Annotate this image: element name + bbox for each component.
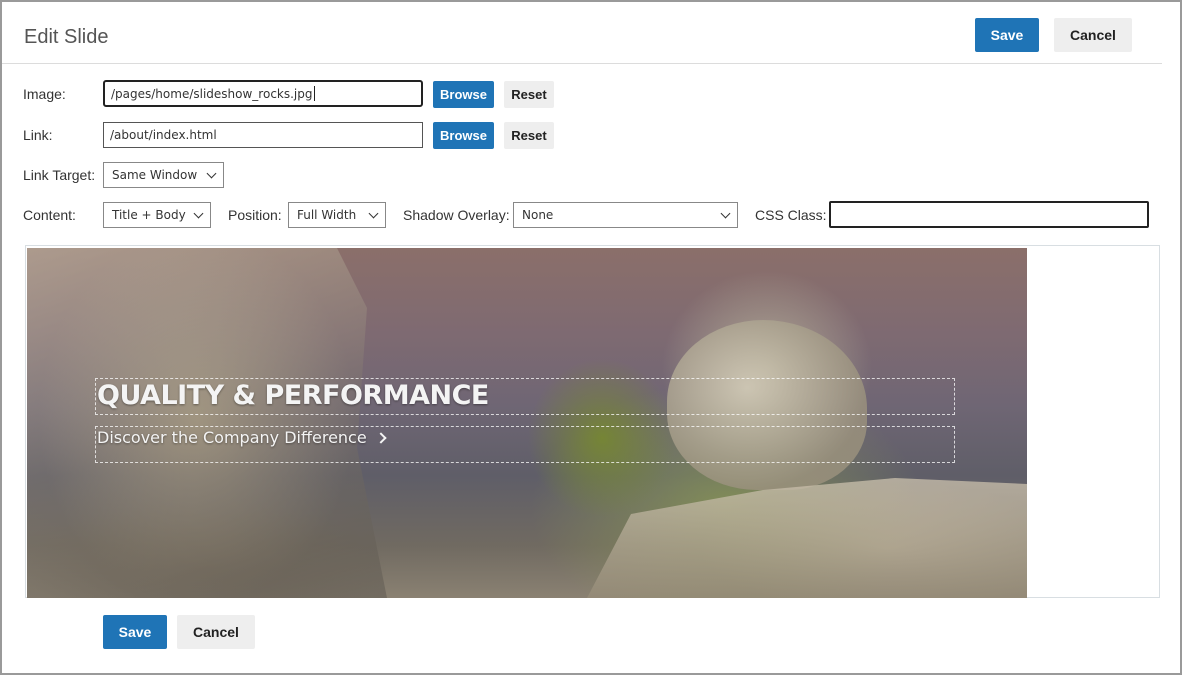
- image-label: Image:: [23, 86, 66, 102]
- save-button-bottom[interactable]: Save: [103, 615, 167, 649]
- chevron-down-icon: [206, 168, 217, 178]
- link-browse-button[interactable]: Browse: [433, 122, 494, 149]
- slide-body: Discover the Company Difference: [97, 428, 387, 447]
- content-select[interactable]: Title + Body: [103, 202, 211, 228]
- rock-formation: [27, 248, 387, 598]
- css-class-label: CSS Class:: [755, 207, 827, 223]
- image-path-input[interactable]: /pages/home/slideshow_rocks.jpg: [103, 80, 423, 107]
- shadow-overlay-select[interactable]: None: [513, 202, 738, 228]
- link-reset-button[interactable]: Reset: [504, 122, 554, 149]
- position-select[interactable]: Full Width: [288, 202, 386, 228]
- cancel-button-bottom[interactable]: Cancel: [177, 615, 255, 649]
- link-input[interactable]: /about/index.html: [103, 122, 423, 148]
- link-target-label: Link Target:: [23, 167, 96, 183]
- image-reset-button[interactable]: Reset: [504, 81, 554, 108]
- css-class-input[interactable]: [829, 201, 1149, 228]
- link-target-select[interactable]: Same Window: [103, 162, 224, 188]
- save-button-top[interactable]: Save: [975, 18, 1039, 52]
- link-label: Link:: [23, 127, 53, 143]
- shadow-overlay-label: Shadow Overlay:: [403, 207, 510, 223]
- cancel-button-top[interactable]: Cancel: [1054, 18, 1132, 52]
- chevron-down-icon: [368, 208, 379, 218]
- chevron-down-icon: [193, 208, 204, 218]
- page-title: Edit Slide: [24, 26, 109, 48]
- slide-background-image: [27, 248, 1027, 598]
- content-label: Content:: [23, 207, 76, 223]
- chevron-down-icon: [720, 208, 731, 218]
- slide-body-text: Discover the Company Difference: [97, 428, 367, 447]
- edit-slide-dialog: Edit Slide Save Cancel Image: /pages/hom…: [0, 0, 1182, 675]
- image-path-value: /pages/home/slideshow_rocks.jpg: [111, 86, 313, 101]
- image-browse-button[interactable]: Browse: [433, 81, 494, 108]
- shadow-overlay-value: None: [522, 208, 554, 222]
- link-value: /about/index.html: [110, 128, 217, 142]
- position-value: Full Width: [297, 208, 357, 222]
- text-caret: [313, 86, 315, 101]
- slide-title: QUALITY & PERFORMANCE: [97, 380, 489, 411]
- link-target-value: Same Window: [112, 168, 198, 182]
- position-label: Position:: [228, 207, 282, 223]
- chevron-right-icon: [375, 431, 387, 444]
- content-value: Title + Body: [112, 208, 186, 222]
